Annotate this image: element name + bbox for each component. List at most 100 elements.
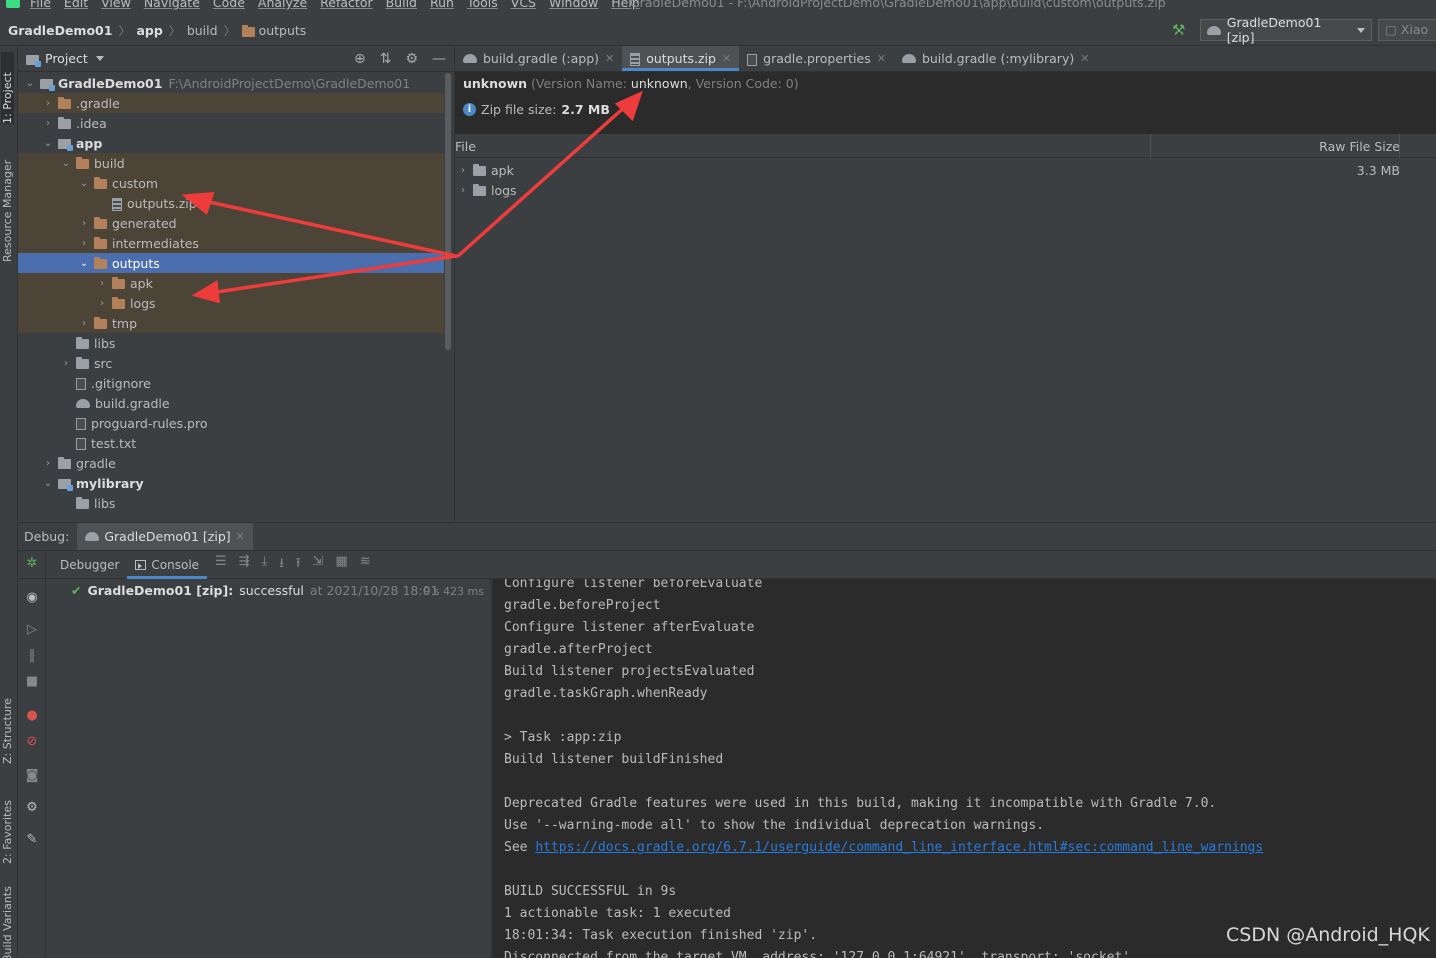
breadcrumb-app[interactable]: app bbox=[136, 23, 162, 38]
evaluate-expression-icon[interactable]: ▦ bbox=[335, 554, 347, 576]
menu-lines-icon[interactable]: ☰ bbox=[215, 554, 227, 576]
tab-outputs-zip[interactable]: outputs.zip ✕ bbox=[622, 46, 740, 71]
tree-row-gradle-dir[interactable]: › .gradle bbox=[18, 93, 444, 113]
tree-row-outputs[interactable]: ⌄ outputs bbox=[18, 253, 444, 273]
stop-icon[interactable]: ■ bbox=[25, 675, 39, 689]
menu-refactor[interactable]: Refactor bbox=[320, 0, 372, 10]
resume-icon[interactable]: ▷ bbox=[25, 623, 39, 637]
tree-row-outputs-zip[interactable]: outputs.zip bbox=[18, 193, 444, 213]
chevron-right-icon[interactable]: › bbox=[78, 218, 90, 229]
column-divider[interactable] bbox=[1399, 134, 1400, 158]
menu-view[interactable]: View bbox=[101, 0, 131, 10]
tool-tab-project[interactable]: 1: Project bbox=[1, 52, 14, 124]
close-icon[interactable]: ✕ bbox=[605, 52, 614, 65]
eye-icon[interactable]: ◉ bbox=[25, 591, 39, 605]
menu-edit[interactable]: Edit bbox=[64, 0, 88, 10]
chevron-right-icon[interactable]: › bbox=[42, 98, 54, 109]
chevron-down-icon[interactable]: ⌄ bbox=[24, 78, 36, 89]
step-out-icon[interactable]: ⭱ bbox=[296, 554, 301, 576]
tree-row-libs[interactable]: libs bbox=[18, 333, 444, 353]
tree-row-app[interactable]: ⌄ app bbox=[18, 133, 444, 153]
menu-window[interactable]: Window bbox=[549, 0, 598, 10]
pause-icon[interactable]: ‖ bbox=[25, 649, 39, 663]
step-into-icon[interactable]: ⭳ bbox=[279, 554, 284, 576]
deprecation-docs-link[interactable]: https://docs.gradle.org/6.7.1/userguide/… bbox=[535, 840, 1263, 855]
chevron-down-icon[interactable]: ⌄ bbox=[78, 178, 90, 189]
chevron-right-icon[interactable]: › bbox=[78, 318, 90, 329]
chevron-right-icon[interactable]: › bbox=[78, 238, 90, 249]
menu-file[interactable]: File bbox=[30, 0, 51, 10]
tree-row-build[interactable]: ⌄ build bbox=[18, 153, 444, 173]
table-row[interactable]: › logs bbox=[455, 180, 1436, 200]
column-file[interactable]: File bbox=[455, 139, 476, 154]
breadcrumb-outputs[interactable]: outputs bbox=[241, 23, 306, 38]
tree-row-test-txt[interactable]: test.txt bbox=[18, 433, 444, 453]
project-scrollbar[interactable] bbox=[444, 73, 452, 522]
make-project-hammer-icon[interactable]: ⚒ bbox=[1172, 22, 1188, 38]
column-raw-size[interactable]: Raw File Size bbox=[1319, 139, 1400, 154]
chevron-right-icon[interactable]: › bbox=[42, 118, 54, 129]
menu-build[interactable]: Build bbox=[386, 0, 417, 10]
collapse-all-icon[interactable]: ⇅ bbox=[380, 51, 392, 67]
gear-icon[interactable]: ⚙ bbox=[25, 801, 39, 815]
tool-tab-structure[interactable]: Z: Structure bbox=[1, 682, 14, 764]
camera-icon[interactable]: ◙ bbox=[25, 769, 39, 783]
scrollbar-thumb[interactable] bbox=[445, 73, 451, 350]
menu-vcs[interactable]: VCS bbox=[511, 0, 536, 10]
column-divider[interactable] bbox=[1150, 134, 1151, 158]
menu-tools[interactable]: Tools bbox=[467, 0, 498, 10]
tool-tab-favorites[interactable]: 2: Favorites bbox=[1, 782, 14, 864]
chevron-down-icon[interactable]: ⌄ bbox=[78, 258, 90, 269]
chevron-right-icon[interactable]: › bbox=[461, 165, 473, 176]
tree-row-proguard[interactable]: proguard-rules.pro bbox=[18, 413, 444, 433]
chevron-down-icon[interactable]: ⌄ bbox=[60, 158, 72, 169]
tree-row-src[interactable]: › src bbox=[18, 353, 444, 373]
chevron-down-icon[interactable] bbox=[95, 56, 104, 61]
menu-navigate[interactable]: Navigate bbox=[144, 0, 200, 10]
tree-row-mylibrary[interactable]: ⌄ mylibrary bbox=[18, 473, 444, 493]
view-breakpoints-icon[interactable]: ● bbox=[25, 709, 39, 723]
tab-debugger[interactable]: Debugger bbox=[52, 551, 127, 579]
tree-row-idea[interactable]: › .idea bbox=[18, 113, 444, 133]
pin-icon[interactable]: ✎ bbox=[25, 833, 39, 847]
run-configuration-select[interactable]: GradleDemo01 [zip] bbox=[1200, 15, 1372, 45]
hide-icon[interactable]: — bbox=[432, 51, 446, 67]
tree-row-project-root[interactable]: ⌄ GradleDemo01 F:\AndroidProjectDemo\Gra… bbox=[18, 73, 444, 93]
chevron-right-icon[interactable]: › bbox=[96, 298, 108, 309]
table-row[interactable]: › apk 3.3 MB bbox=[455, 160, 1436, 180]
close-icon[interactable]: ✕ bbox=[877, 52, 886, 65]
tree-row-intermediates[interactable]: › intermediates bbox=[18, 233, 444, 253]
chevron-right-icon[interactable]: › bbox=[42, 458, 54, 469]
mute-breakpoints-icon[interactable]: ⊘ bbox=[25, 735, 39, 749]
console-output[interactable]: Configure listener beforeEvaluate gradle… bbox=[492, 579, 1436, 958]
tab-gradle-properties[interactable]: gradle.properties ✕ bbox=[739, 46, 894, 71]
chevron-down-icon[interactable]: ⌄ bbox=[42, 138, 54, 149]
tree-row-tmp[interactable]: › tmp bbox=[18, 313, 444, 333]
project-view-title[interactable]: Project bbox=[45, 51, 88, 66]
show-execution-point-icon[interactable]: ⇶ bbox=[239, 554, 250, 576]
locate-file-icon[interactable]: ⊕ bbox=[354, 51, 366, 67]
chevron-down-icon[interactable]: ⌄ bbox=[42, 478, 54, 489]
menu-run[interactable]: Run bbox=[430, 0, 454, 10]
tool-tab-resource-manager[interactable]: Resource Manager bbox=[1, 142, 14, 262]
tab-build-gradle-app[interactable]: build.gradle (:app) ✕ bbox=[455, 46, 622, 71]
build-result-row[interactable]: ✔ GradleDemo01 [zip]: successful at 2021… bbox=[71, 583, 438, 598]
step-over-icon[interactable]: ⤓ bbox=[262, 554, 268, 576]
menu-analyze[interactable]: Analyze bbox=[258, 0, 307, 10]
chevron-right-icon[interactable]: › bbox=[60, 358, 72, 369]
trace-icon[interactable]: ≋ bbox=[360, 554, 371, 576]
debug-session-tab[interactable]: GradleDemo01 [zip] ✕ bbox=[77, 523, 253, 550]
breadcrumb-project[interactable]: GradleDemo01 bbox=[8, 23, 112, 38]
tree-row-mylibrary-libs[interactable]: libs bbox=[18, 493, 444, 513]
gear-icon[interactable]: ⚙ bbox=[405, 51, 418, 67]
device-select[interactable]: ▢ Xiao bbox=[1378, 19, 1436, 41]
close-icon[interactable]: ✕ bbox=[722, 52, 731, 65]
chevron-right-icon[interactable]: › bbox=[96, 278, 108, 289]
tab-build-gradle-mylibrary[interactable]: build.gradle (:mylibrary) ✕ bbox=[894, 46, 1098, 71]
run-to-cursor-icon[interactable]: ⇲ bbox=[312, 554, 323, 576]
menu-code[interactable]: Code bbox=[213, 0, 245, 10]
tree-row-build-gradle[interactable]: build.gradle bbox=[18, 393, 444, 413]
tab-console[interactable]: Console bbox=[127, 551, 207, 579]
chevron-right-icon[interactable]: › bbox=[461, 185, 473, 196]
tree-row-apk[interactable]: › apk bbox=[18, 273, 444, 293]
